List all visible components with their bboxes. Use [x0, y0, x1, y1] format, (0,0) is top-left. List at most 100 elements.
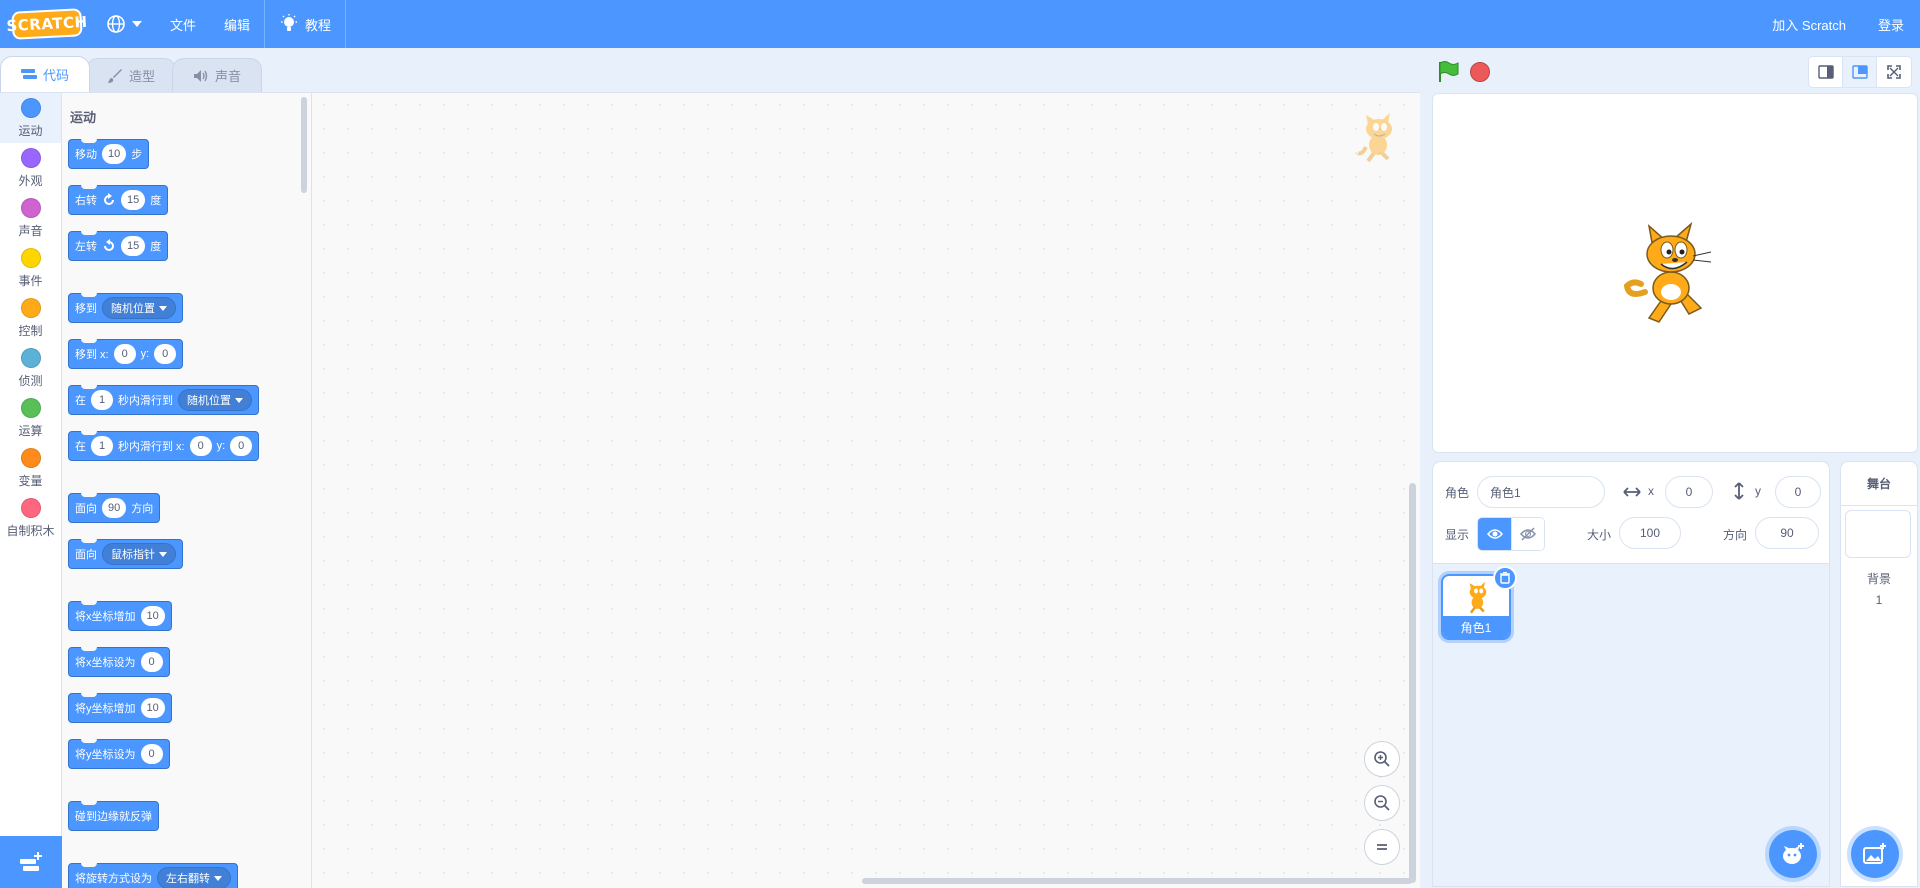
y-input[interactable]: 0 [154, 344, 177, 364]
block-set-y[interactable]: 将y坐标设为 0 [68, 739, 170, 769]
x-field[interactable]: 0 [1665, 476, 1713, 508]
y-set-input[interactable]: 0 [140, 744, 163, 764]
category-motion[interactable]: 运动 [0, 93, 61, 143]
direction-field[interactable]: 90 [1755, 517, 1819, 549]
category-my-blocks[interactable]: 自制积木 [0, 493, 61, 543]
size-field[interactable]: 100 [1619, 517, 1681, 549]
steps-input[interactable]: 10 [102, 144, 127, 164]
category-events[interactable]: 事件 [0, 243, 61, 293]
block-text: 将y坐标增加 [75, 703, 136, 715]
block-text: 碰到边缘就反弹 [75, 811, 152, 823]
seconds-input[interactable]: 1 [91, 436, 113, 456]
sprite-label: 角色 [1445, 486, 1470, 500]
category-label: 声音 [18, 223, 43, 238]
tab-code[interactable]: 代码 [0, 56, 91, 92]
block-set-x[interactable]: 将x坐标设为 0 [68, 647, 170, 677]
degrees-input[interactable]: 15 [121, 190, 146, 210]
tab-costumes[interactable]: 造型 [86, 58, 177, 92]
divider [345, 0, 347, 48]
cat-sprite[interactable] [1623, 222, 1723, 326]
trash-icon [1500, 572, 1510, 584]
workspace-horizontal-scrollbar[interactable] [862, 878, 1412, 884]
code-editor: 运动 外观 声音 事件 控制 侦测 运算 变量 自制积木 运动 移动 10 步 … [0, 92, 1420, 888]
block-point-towards[interactable]: 面向 鼠标指针 [68, 539, 183, 569]
degrees-input[interactable]: 15 [121, 236, 146, 256]
palette-scrollbar[interactable] [301, 97, 307, 193]
tab-sounds[interactable]: 声音 [172, 58, 263, 92]
x-input[interactable]: 0 [189, 436, 212, 456]
goto-target-dropdown[interactable]: 随机位置 [102, 297, 176, 319]
fullscreen-button[interactable] [1877, 57, 1911, 87]
y-input[interactable]: 0 [230, 436, 253, 456]
zoom-reset-button[interactable] [1364, 829, 1400, 865]
block-text: 秒内滑行到 [118, 395, 173, 407]
zoom-in-button[interactable] [1364, 741, 1400, 777]
zoom-out-button[interactable] [1364, 785, 1400, 821]
scratch-logo[interactable]: SCRATCH [6, 8, 88, 40]
join-scratch-button[interactable]: 加入 Scratch [1756, 0, 1862, 48]
category-sound[interactable]: 声音 [0, 193, 61, 243]
y-field[interactable]: 0 [1775, 476, 1821, 508]
x-change-input[interactable]: 10 [140, 606, 165, 626]
sprite-watermark [1356, 107, 1402, 168]
direction-input[interactable]: 90 [102, 498, 127, 518]
block-change-x[interactable]: 将x坐标增加 10 [68, 601, 172, 631]
block-point-in-direction[interactable]: 面向 90 方向 [68, 493, 161, 523]
stage-title: 舞台 [1841, 462, 1917, 506]
block-turn-right[interactable]: 右转 15 度 [68, 185, 169, 215]
block-change-y[interactable]: 将y坐标增加 10 [68, 693, 172, 723]
sign-in-button[interactable]: 登录 [1862, 0, 1920, 48]
y-change-input[interactable]: 10 [140, 698, 165, 718]
block-bounce-on-edge[interactable]: 碰到边缘就反弹 [68, 801, 159, 831]
fullscreen-icon [1887, 65, 1901, 79]
rotation-style-dropdown[interactable]: 左右翻转 [157, 867, 231, 888]
category-sensing[interactable]: 侦测 [0, 343, 61, 393]
variables-dot-icon [20, 447, 41, 468]
x-set-input[interactable]: 0 [140, 652, 163, 672]
tutorials-button[interactable]: 教程 [265, 0, 345, 48]
sprite-name-field[interactable]: 角色1 [1477, 476, 1605, 508]
seconds-input[interactable]: 1 [91, 390, 113, 410]
block-text: y: [140, 348, 150, 360]
hide-button[interactable] [1511, 518, 1544, 550]
language-menu[interactable] [92, 0, 156, 48]
stage-canvas[interactable] [1432, 93, 1918, 453]
x-label: x [1648, 484, 1654, 498]
choose-sprite-button[interactable] [1769, 830, 1817, 878]
stop-button[interactable] [1470, 62, 1490, 82]
script-area[interactable] [312, 93, 1420, 888]
category-control[interactable]: 控制 [0, 293, 61, 343]
category-looks[interactable]: 外观 [0, 143, 61, 193]
block-turn-left[interactable]: 左转 15 度 [68, 231, 169, 261]
edit-menu[interactable]: 编辑 [210, 0, 264, 48]
block-go-to[interactable]: 移到 随机位置 [68, 293, 183, 323]
stage-selector[interactable]: 舞台 背景 1 [1840, 461, 1918, 887]
delete-sprite-button[interactable] [1493, 566, 1517, 590]
palette-section-title: 运动 [70, 110, 97, 125]
block-glide-to[interactable]: 在 1 秒内滑行到 随机位置 [68, 385, 259, 415]
glide-target-dropdown[interactable]: 随机位置 [178, 389, 252, 411]
direction-label: 方向 [1723, 528, 1748, 542]
category-variables[interactable]: 变量 [0, 443, 61, 493]
show-button[interactable] [1478, 518, 1511, 550]
choose-backdrop-button[interactable] [1851, 830, 1899, 878]
small-stage-button[interactable] [1809, 57, 1843, 87]
block-move-steps[interactable]: 移动 10 步 [68, 139, 150, 169]
block-glide-to-xy[interactable]: 在 1 秒内滑行到 x: 0 y: 0 [68, 431, 260, 461]
add-extension-button[interactable] [0, 836, 62, 888]
motion-dot-icon [20, 97, 41, 118]
block-go-to-xy[interactable]: 移到 x: 0 y: 0 [68, 339, 184, 369]
block-set-rotation-style[interactable]: 将旋转方式设为 左右翻转 [68, 863, 238, 888]
towards-target-dropdown[interactable]: 鼠标指针 [102, 543, 176, 565]
tutorials-label: 教程 [305, 17, 332, 33]
stage-thumbnail[interactable] [1845, 510, 1911, 558]
category-label: 侦测 [18, 373, 43, 388]
workspace-vertical-scrollbar[interactable] [1409, 483, 1416, 883]
block-text: 方向 [131, 503, 154, 515]
large-stage-button[interactable] [1843, 57, 1877, 87]
category-operators[interactable]: 运算 [0, 393, 61, 443]
file-menu[interactable]: 文件 [156, 0, 210, 48]
green-flag-button[interactable] [1436, 60, 1460, 89]
x-input[interactable]: 0 [113, 344, 136, 364]
menu-bar: SCRATCH 文件 编辑 教程 加入 Scratch 登录 [0, 0, 1920, 48]
